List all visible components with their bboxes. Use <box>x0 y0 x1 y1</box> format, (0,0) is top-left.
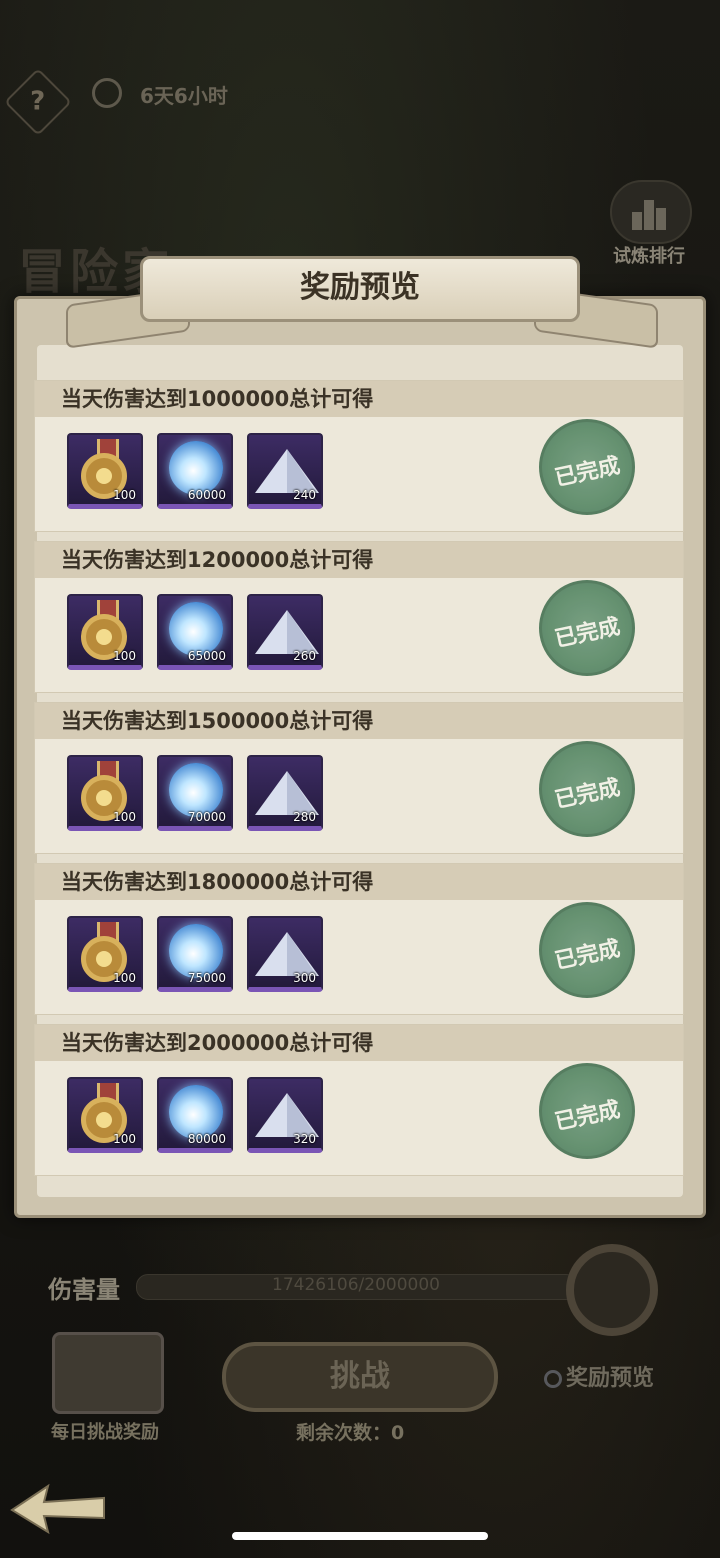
reward-qty: 100 <box>113 488 136 502</box>
reward-row: 当天伤害达到1000000总计可得 100 60000 240 已完成 <box>34 380 684 532</box>
remaining-count: 剩余次数：0 <box>296 1422 405 1444</box>
clock-icon <box>92 78 122 108</box>
row-header: 当天伤害达到1200000总计可得 <box>35 542 683 578</box>
reward-qty: 100 <box>113 649 136 663</box>
row-header: 当天伤害达到1800000总计可得 <box>35 864 683 900</box>
row-header: 当天伤害达到1000000总计可得 <box>35 381 683 417</box>
reward-item-dust[interactable]: 240 <box>247 433 323 509</box>
treasure-chest-icon[interactable] <box>52 1332 164 1414</box>
reward-item-orb[interactable]: 80000 <box>157 1077 233 1153</box>
damage-value: 17426106/2000000 <box>272 1275 440 1295</box>
reward-qty: 80000 <box>187 1132 226 1146</box>
reward-qty: 300 <box>293 971 316 985</box>
reward-item-dust[interactable]: 300 <box>247 916 323 992</box>
challenge-button[interactable]: 挑战 <box>222 1342 498 1412</box>
reward-row: 当天伤害达到2000000总计可得 100 80000 320 已完成 <box>34 1024 684 1176</box>
reward-qty: 100 <box>113 810 136 824</box>
medal-icon <box>566 1244 658 1336</box>
reward-preview-label: 奖励预览 <box>566 1366 655 1391</box>
reward-item-medal[interactable]: 100 <box>67 916 143 992</box>
reward-qty: 65000 <box>187 649 226 663</box>
reward-item-orb[interactable]: 60000 <box>157 433 233 509</box>
reward-qty: 260 <box>293 649 316 663</box>
back-arrow-icon[interactable] <box>8 1478 108 1538</box>
dialog-title: 奖励预览 <box>140 256 580 322</box>
rank-label: 试炼排行 <box>613 246 685 267</box>
reward-item-medal[interactable]: 100 <box>67 433 143 509</box>
reward-item-orb[interactable]: 75000 <box>157 916 233 992</box>
completed-stamp: 已完成 <box>539 902 635 998</box>
reward-item-dust[interactable]: 320 <box>247 1077 323 1153</box>
reward-qty: 280 <box>293 810 316 824</box>
row-header: 当天伤害达到2000000总计可得 <box>35 1025 683 1061</box>
reward-qty: 100 <box>113 1132 136 1146</box>
reward-preview-button[interactable]: 奖励预览 <box>544 1360 654 1392</box>
reward-row: 当天伤害达到1500000总计可得 100 70000 280 已完成 <box>34 702 684 854</box>
daily-reward-label: 每日挑战奖励 <box>51 1422 159 1443</box>
completed-stamp: 已完成 <box>539 1063 635 1159</box>
reward-row: 当天伤害达到1800000总计可得 100 75000 300 已完成 <box>34 863 684 1015</box>
reward-qty: 60000 <box>187 488 226 502</box>
damage-label: 伤害量 <box>48 1276 120 1304</box>
completed-stamp: 已完成 <box>539 419 635 515</box>
completed-stamp: 已完成 <box>539 580 635 676</box>
reward-item-orb[interactable]: 70000 <box>157 755 233 831</box>
reward-qty: 320 <box>293 1132 316 1146</box>
time-remaining: 6天6小时 <box>140 84 228 108</box>
magnifier-icon <box>544 1370 562 1388</box>
reward-qty: 240 <box>293 488 316 502</box>
reward-item-dust[interactable]: 260 <box>247 594 323 670</box>
reward-item-dust[interactable]: 280 <box>247 755 323 831</box>
reward-qty: 100 <box>113 971 136 985</box>
reward-item-medal[interactable]: 100 <box>67 755 143 831</box>
row-header: 当天伤害达到1500000总计可得 <box>35 703 683 739</box>
help-icon: ? <box>30 87 46 117</box>
reward-qty: 70000 <box>187 810 226 824</box>
reward-item-medal[interactable]: 100 <box>67 1077 143 1153</box>
trial-rank-button[interactable]: 试炼排行 <box>606 180 692 270</box>
reward-row: 当天伤害达到1200000总计可得 100 65000 260 已完成 <box>34 541 684 693</box>
home-indicator[interactable] <box>232 1532 488 1540</box>
completed-stamp: 已完成 <box>539 741 635 837</box>
bar-chart-icon <box>632 194 668 230</box>
reward-item-medal[interactable]: 100 <box>67 594 143 670</box>
reward-item-orb[interactable]: 65000 <box>157 594 233 670</box>
reward-qty: 75000 <box>187 971 226 985</box>
